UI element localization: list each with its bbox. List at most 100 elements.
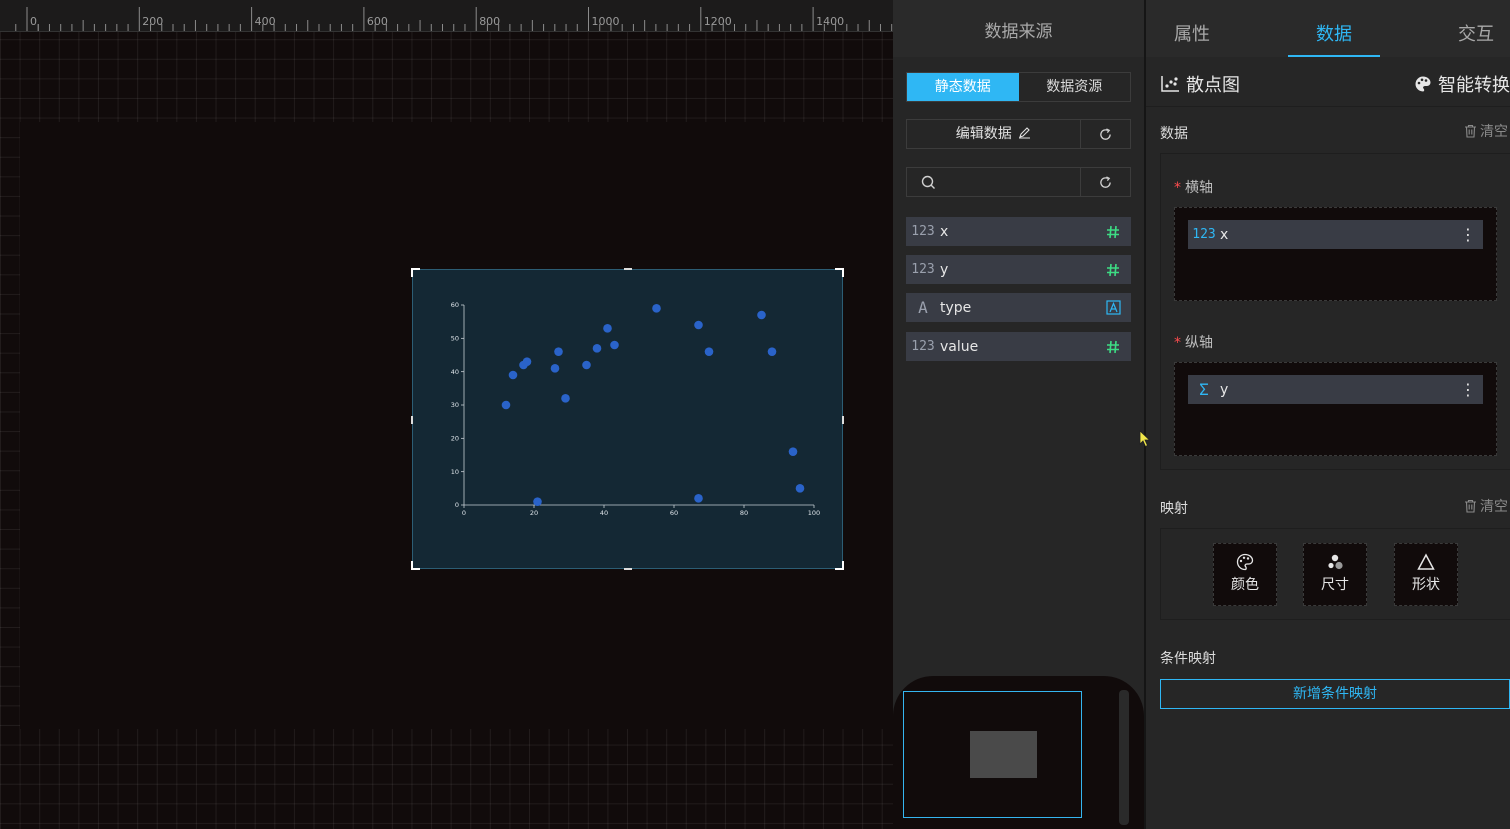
size-mapping-button[interactable]: 尺寸 xyxy=(1303,543,1367,606)
y-axis-dropzone[interactable]: Σ y ⋮ xyxy=(1174,362,1497,456)
resize-handle-top-right[interactable] xyxy=(835,268,844,277)
x-tick-label: 0 xyxy=(462,509,466,517)
clear-data-button[interactable]: 清空 xyxy=(1464,121,1508,141)
field-item-y[interactable]: 123 y xyxy=(906,255,1131,284)
text-type-icon: A xyxy=(918,298,928,317)
tab-data[interactable]: 数据 xyxy=(1316,20,1352,46)
chart-type-selector[interactable]: 散点图 xyxy=(1160,71,1240,97)
x-axis-dropzone[interactable]: 123 x ⋮ xyxy=(1174,207,1497,301)
ruler-label: 0 xyxy=(30,15,37,28)
scatter-point xyxy=(652,304,661,313)
canvas-area[interactable]: 0 200 400 600 800 1000 1200 1400 0 20 40 60 80 100 0 1… xyxy=(0,0,893,829)
y-tick-label: 40 xyxy=(451,368,459,376)
scatter-point xyxy=(767,347,777,356)
y-tick-label: 10 xyxy=(451,468,459,476)
palette-icon xyxy=(1236,553,1254,571)
x-axis-label-text: 横轴 xyxy=(1185,180,1213,196)
edit-data-label: 编辑数据 xyxy=(955,126,1012,142)
resize-handle-bottom-left[interactable] xyxy=(411,561,420,570)
number-type-icon: 123 xyxy=(911,262,935,277)
scatter-point xyxy=(508,370,518,380)
ruler-label: 1200 xyxy=(704,15,732,28)
add-conditional-mapping-button[interactable]: 新增条件映射 xyxy=(1160,679,1510,709)
color-mapping-button[interactable]: 颜色 xyxy=(1213,543,1277,606)
data-resource-tab[interactable]: 数据资源 xyxy=(1019,73,1131,101)
scatter-point xyxy=(554,347,563,356)
scatter-point xyxy=(603,324,612,333)
refresh-icon xyxy=(1100,175,1111,188)
field-item-value[interactable]: 123 value xyxy=(906,332,1131,361)
scatter-point xyxy=(522,357,532,366)
palette-icon xyxy=(1415,76,1431,92)
field-name: x xyxy=(940,223,949,240)
scatter-point xyxy=(561,394,570,403)
scatter-point xyxy=(704,347,714,356)
conditional-mapping-title: 条件映射 xyxy=(1160,651,1216,667)
ruler-label: 800 xyxy=(479,15,500,28)
resize-handle-bottom[interactable] xyxy=(624,568,632,570)
smart-convert-button[interactable]: 智能转换 xyxy=(1414,71,1510,97)
more-vertical-icon[interactable]: ⋮ xyxy=(1453,226,1483,243)
field-name: type xyxy=(940,299,972,316)
shape-mapping-button[interactable]: 形状 xyxy=(1394,543,1458,606)
field-name: value xyxy=(940,338,979,355)
resize-handle-left[interactable] xyxy=(411,416,413,424)
more-vertical-icon[interactable]: ⋮ xyxy=(1453,381,1483,398)
bubbles-icon xyxy=(1328,554,1343,570)
triangle-icon xyxy=(1417,553,1435,570)
minimap[interactable] xyxy=(893,676,1144,829)
resize-handle-right[interactable] xyxy=(842,416,844,424)
field-search-input[interactable] xyxy=(907,168,1081,196)
minimap-scrollbar[interactable] xyxy=(1119,690,1129,825)
trash-icon xyxy=(1465,499,1476,513)
required-mark: * xyxy=(1174,180,1181,196)
number-type-icon: 123 xyxy=(911,339,935,354)
clear-mapping-button[interactable]: 清空 xyxy=(1464,496,1508,516)
y-tick-label: 30 xyxy=(451,401,459,409)
resize-handle-top[interactable] xyxy=(624,268,632,270)
tab-interaction[interactable]: 交互 xyxy=(1458,20,1494,46)
data-mode-toggle: 静态数据 数据资源 xyxy=(906,72,1131,102)
scatter-point xyxy=(694,320,703,330)
config-panel: 属性 数据 交互 散点图 智能转换 数据 清空 * 横轴 123 x ⋮ * 纵… xyxy=(1144,0,1510,829)
refresh-icon xyxy=(1100,127,1111,140)
y-tick-label: 60 xyxy=(451,301,459,309)
scatter-point xyxy=(582,360,591,370)
pencil-icon xyxy=(1019,127,1031,139)
x-tick-label: 40 xyxy=(600,509,608,517)
y-axis-field-chip[interactable]: Σ y ⋮ xyxy=(1188,375,1483,404)
field-item-type[interactable]: A type xyxy=(906,293,1131,322)
y-axis-label-text: 纵轴 xyxy=(1185,335,1213,351)
tab-properties[interactable]: 属性 xyxy=(1174,20,1210,46)
edit-data-button[interactable]: 编辑数据 xyxy=(907,120,1081,148)
hash-icon xyxy=(1095,225,1131,239)
clear-label: 清空 xyxy=(1480,124,1508,140)
edit-data-row: 编辑数据 xyxy=(906,119,1131,149)
x-axis-field-chip[interactable]: 123 x ⋮ xyxy=(1188,220,1483,249)
mouse-cursor-icon xyxy=(1139,430,1151,448)
resize-handle-bottom-right[interactable] xyxy=(835,561,844,570)
number-type-icon: 123 xyxy=(1192,227,1216,242)
x-tick-label: 100 xyxy=(808,509,820,517)
ruler-ticks: 0 200 400 600 800 1000 1200 1400 xyxy=(15,7,893,31)
refresh-data-button[interactable] xyxy=(1081,120,1130,148)
mapping-section-title: 映射 xyxy=(1160,501,1188,517)
hash-icon xyxy=(1095,263,1131,277)
field-item-x[interactable]: 123 x xyxy=(906,217,1131,246)
y-tick-label: 20 xyxy=(451,435,459,443)
app-root: 0 200 400 600 800 1000 1200 1400 0 20 40 60 80 100 0 1… xyxy=(0,0,1510,829)
scatter-point xyxy=(788,447,798,456)
scatter-point xyxy=(533,497,542,506)
hash-icon xyxy=(1095,340,1131,354)
field-name: y xyxy=(940,261,949,278)
ruler-label: 600 xyxy=(367,15,388,28)
resize-handle-top-left[interactable] xyxy=(411,268,420,277)
data-source-title: 数据来源 xyxy=(893,0,1144,57)
scatter-chart-widget[interactable]: 0 20 40 60 80 100 0 10 20 30 40 50 60 xyxy=(411,268,844,570)
minimap-viewport[interactable] xyxy=(903,691,1082,818)
clear-label: 清空 xyxy=(1480,499,1508,515)
x-tick-label: 60 xyxy=(670,509,678,517)
scatter-point xyxy=(757,310,766,320)
static-data-tab[interactable]: 静态数据 xyxy=(907,73,1019,101)
refresh-fields-button[interactable] xyxy=(1081,168,1130,196)
